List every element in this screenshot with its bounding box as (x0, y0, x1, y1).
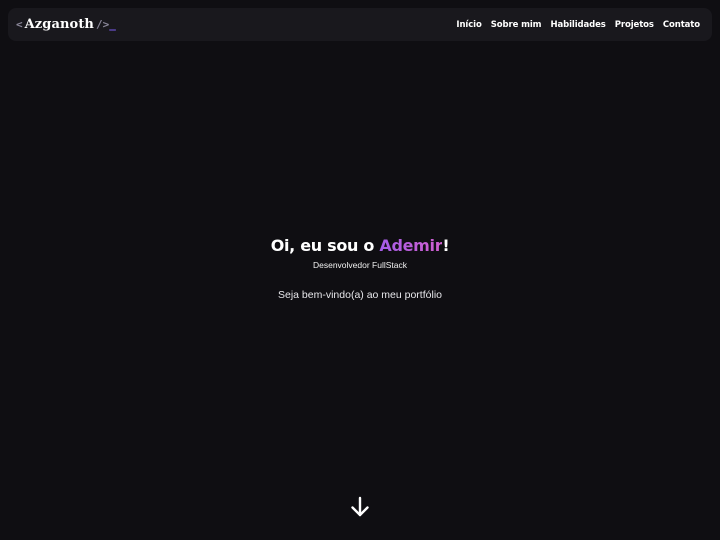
logo-close-bracket: /> (96, 18, 110, 31)
logo-name: Azganoth (24, 17, 94, 32)
hero-greeting-prefix: Oi, eu sou o (270, 236, 380, 255)
arrow-down-icon (351, 496, 369, 517)
logo-open-bracket: < (16, 18, 23, 31)
hero-greeting-suffix: ! (442, 236, 450, 255)
nav-link-habilidades[interactable]: Habilidades (550, 20, 605, 30)
hero-welcome-text: Seja bem-vindo(a) ao meu portfólio (277, 289, 442, 301)
hero-title: Oi, eu sou o Ademir! (0, 234, 720, 258)
hero-section: Oi, eu sou o Ademir! Desenvolvedor FullS… (0, 234, 720, 303)
nav-link-contato[interactable]: Contato (663, 20, 700, 30)
nav-link-inicio[interactable]: Início (456, 20, 481, 30)
navbar: < Azganoth /> _ Início Sobre mim Habilid… (8, 8, 712, 41)
scroll-down-button[interactable] (350, 496, 370, 518)
hero-subtitle: Desenvolvedor FullStack (312, 260, 407, 270)
nav-menu: Início Sobre mim Habilidades Projetos Co… (456, 20, 700, 30)
logo-cursor: _ (109, 18, 116, 31)
nav-link-projetos[interactable]: Projetos (615, 20, 654, 30)
nav-link-sobre-mim[interactable]: Sobre mim (491, 20, 542, 30)
hero-name: Ademir (379, 236, 443, 255)
logo-link[interactable]: < Azganoth /> _ (16, 17, 116, 32)
